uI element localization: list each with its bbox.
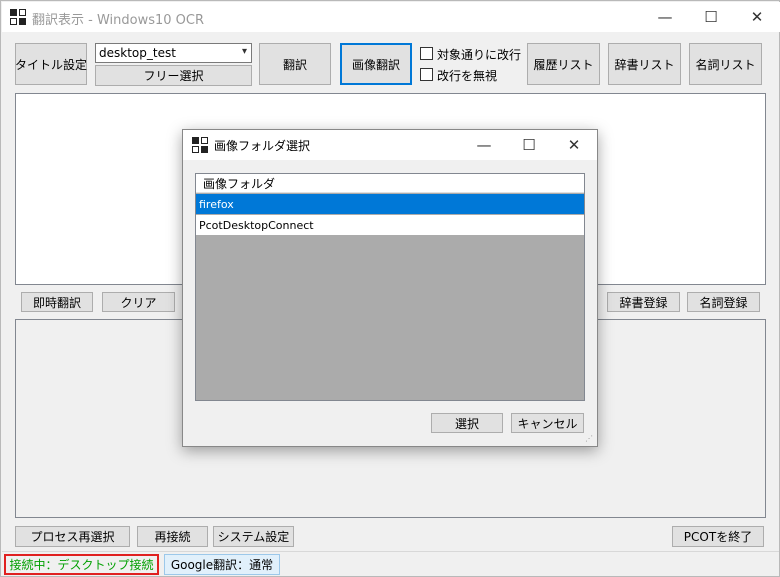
app-icon <box>10 9 26 25</box>
window-title: 翻訳表示 - Windows10 OCR <box>32 13 205 28</box>
process-reselect-button[interactable]: プロセス再選択 <box>15 526 130 547</box>
instant-translate-button[interactable]: 即時翻訳 <box>21 292 93 312</box>
history-list-button[interactable]: 履歴リスト <box>527 43 600 85</box>
chevron-down-icon[interactable]: ▾ <box>242 46 247 57</box>
folder-listview[interactable]: 画像フォルダ firefox PcotDesktopConnect <box>195 173 585 401</box>
line-break-checkbox[interactable] <box>420 47 433 60</box>
resize-grip-icon[interactable]: ⋰ <box>585 434 593 443</box>
line-break-label: 対象通りに改行 <box>437 48 522 62</box>
minimize-button[interactable]: — <box>642 2 688 32</box>
dialog-title-bar[interactable]: 画像フォルダ選択 — ☐ ✕ <box>183 130 597 160</box>
free-select-button[interactable]: フリー選択 <box>95 65 252 86</box>
target-select-value: desktop_test <box>99 46 176 60</box>
google-translate-status: Google翻訳：通常 <box>164 554 280 575</box>
status-divider <box>2 551 779 552</box>
dialog-close-button[interactable]: ✕ <box>551 130 597 160</box>
dialog-minimize-button[interactable]: — <box>461 130 507 160</box>
image-translate-button[interactable]: 画像翻訳 <box>340 43 412 85</box>
column-header[interactable]: 画像フォルダ <box>196 174 584 193</box>
system-settings-button[interactable]: システム設定 <box>213 526 294 547</box>
dialog-app-icon <box>192 137 208 153</box>
target-select[interactable]: desktop_test ▾ <box>95 43 252 63</box>
noun-list-button[interactable]: 名詞リスト <box>689 43 762 85</box>
dialog-maximize-button[interactable]: ☐ <box>506 130 552 160</box>
exit-pcot-button[interactable]: PCOTを終了 <box>672 526 764 547</box>
dict-register-button[interactable]: 辞書登録 <box>607 292 680 312</box>
dialog-title: 画像フォルダ選択 <box>214 139 311 153</box>
close-button[interactable]: ✕ <box>734 2 780 32</box>
image-folder-dialog: 画像フォルダ選択 — ☐ ✕ 画像フォルダ firefox PcotDeskto… <box>182 129 598 447</box>
ignore-break-label: 改行を無視 <box>437 69 498 83</box>
noun-register-button[interactable]: 名詞登録 <box>687 292 760 312</box>
ignore-break-checkbox[interactable] <box>420 68 433 81</box>
list-item[interactable]: PcotDesktopConnect <box>196 215 584 235</box>
title-setting-button[interactable]: タイトル設定 <box>15 43 87 85</box>
reconnect-button[interactable]: 再接続 <box>137 526 208 547</box>
connection-status: 接続中：デスクトップ接続 <box>4 554 159 575</box>
translate-button[interactable]: 翻訳 <box>259 43 331 85</box>
clear-button[interactable]: クリア <box>102 292 175 312</box>
dictionary-list-button[interactable]: 辞書リスト <box>608 43 681 85</box>
cancel-button[interactable]: キャンセル <box>511 413 584 433</box>
list-item[interactable]: firefox <box>196 194 584 214</box>
select-button[interactable]: 選択 <box>431 413 503 433</box>
maximize-button[interactable]: ☐ <box>688 2 734 32</box>
